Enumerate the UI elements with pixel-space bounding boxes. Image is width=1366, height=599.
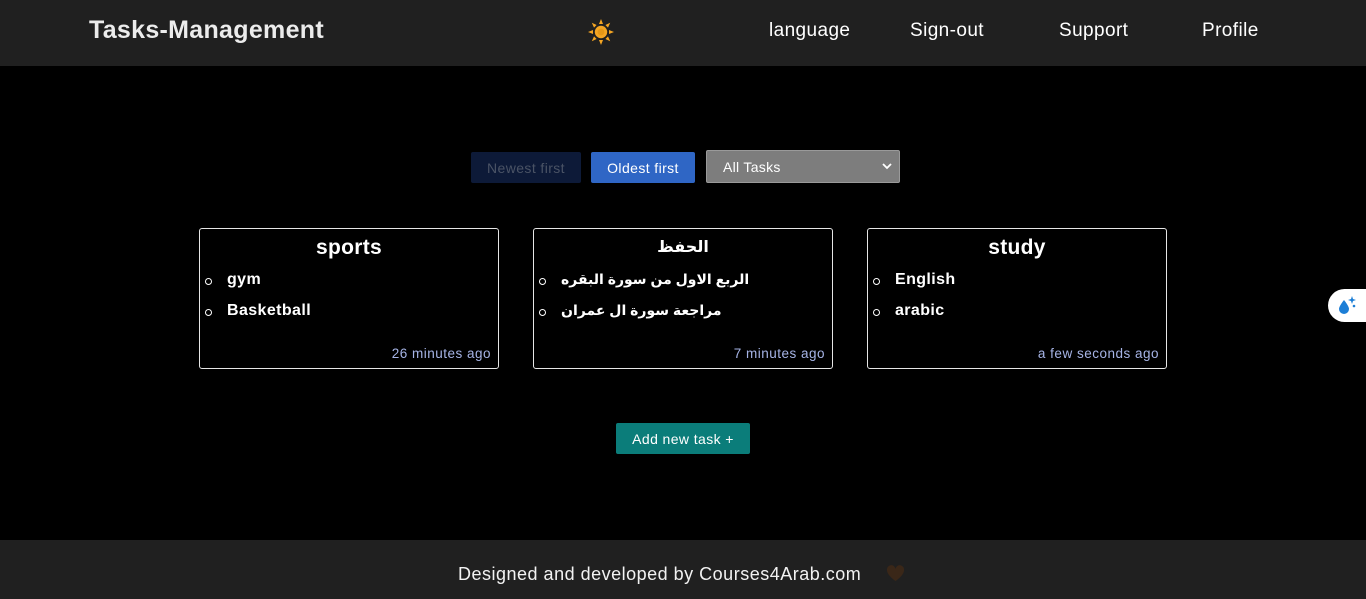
task-filter-select[interactable]: All Tasks (706, 150, 900, 183)
task-item-text: Basketball (227, 302, 312, 319)
task-item: English (868, 271, 956, 302)
page-footer: Designed and developed by Courses4Arab.c… (0, 540, 1366, 599)
task-card-title: sports (316, 236, 382, 259)
task-item-text: الربع الاول من سورة البقره (561, 271, 750, 287)
task-card[interactable]: study English arabic a few seconds ago (867, 228, 1167, 369)
app-brand[interactable]: Tasks-Management (89, 16, 324, 45)
task-item: الربع الاول من سورة البقره (534, 271, 749, 302)
bullet-icon (539, 309, 546, 316)
task-item-text: مراجعة سورة ال عمران (561, 302, 722, 318)
bullet-icon (873, 309, 880, 316)
newest-first-button[interactable]: Newest first (471, 152, 581, 183)
task-card-timestamp: 7 minutes ago (733, 346, 825, 361)
droplet-sparkle-icon (1339, 296, 1356, 314)
task-card-title: الحفظ (657, 239, 709, 256)
task-card-title: study (988, 236, 1046, 259)
task-items-list: الربع الاول من سورة البقره مراجعة سورة ا… (534, 271, 749, 333)
task-item: arabic (868, 302, 956, 333)
nav-signout-link[interactable]: Sign-out (910, 20, 984, 42)
heart-icon (886, 565, 905, 582)
task-card-timestamp: a few seconds ago (1037, 346, 1159, 361)
bullet-icon (873, 278, 880, 285)
top-navbar: Tasks-Management language Sign-out Suppo… (0, 0, 1366, 66)
task-item-text: English (895, 271, 956, 288)
task-item-text: arabic (895, 302, 945, 319)
nav-support-link[interactable]: Support (1059, 20, 1128, 42)
filter-selected-value: All Tasks (723, 159, 781, 175)
bullet-icon (539, 278, 546, 285)
task-items-list: English arabic (868, 271, 956, 333)
task-card-timestamp: 26 minutes ago (391, 346, 491, 361)
bullet-icon (205, 278, 212, 285)
side-extension-widget[interactable] (1328, 289, 1366, 322)
task-card[interactable]: الحفظ الربع الاول من سورة البقره مراجعة … (533, 228, 833, 369)
chevron-down-icon (882, 163, 892, 170)
task-item: Basketball (200, 302, 311, 333)
task-items-list: gym Basketball (200, 271, 311, 333)
add-new-task-button[interactable]: Add new task + (616, 423, 750, 454)
task-card[interactable]: sports gym Basketball 26 minutes ago (199, 228, 499, 369)
bullet-icon (205, 309, 212, 316)
task-item-text: gym (227, 271, 262, 288)
oldest-first-button[interactable]: Oldest first (591, 152, 695, 183)
nav-profile-link[interactable]: Profile (1202, 20, 1259, 42)
footer-credit-text: Designed and developed by Courses4Arab.c… (458, 564, 862, 584)
sun-icon (588, 19, 614, 45)
theme-toggle-button[interactable] (587, 18, 615, 46)
task-item: gym (200, 271, 311, 302)
task-item: مراجعة سورة ال عمران (534, 302, 749, 333)
nav-language-link[interactable]: language (769, 20, 850, 42)
